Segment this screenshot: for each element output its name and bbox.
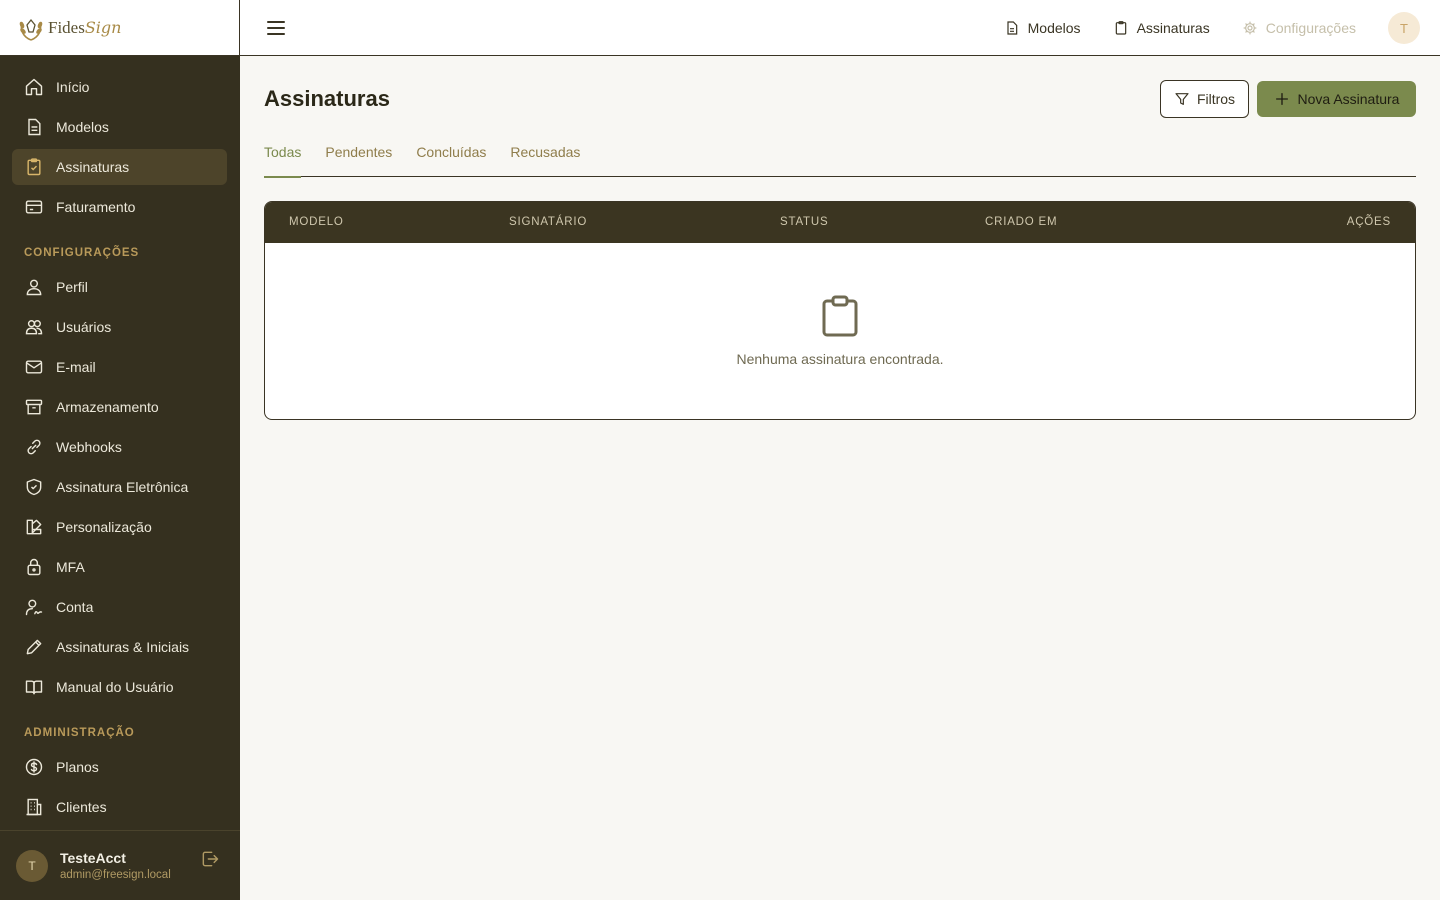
- sidebar-item-label: Personalização: [56, 519, 152, 535]
- sidebar-item-inicio[interactable]: Início: [12, 69, 227, 105]
- sidebar-item-label: Planos: [56, 759, 99, 775]
- filter-button[interactable]: Filtros: [1160, 80, 1249, 118]
- column-header-acoes: AÇÕES: [1346, 216, 1391, 228]
- tab-todas[interactable]: Todas: [264, 142, 302, 178]
- sidebar-item-label: Início: [56, 79, 90, 95]
- sidebar-user: T TesteAcct admin@freesign.local: [0, 830, 240, 900]
- document-icon: [28, 118, 41, 136]
- building-icon: [26, 798, 42, 816]
- archive-icon: [25, 399, 43, 415]
- sidebar-item-manual[interactable]: Manual do Usuário: [12, 669, 227, 705]
- sidebar-item-label: E-mail: [56, 359, 96, 375]
- book-icon: [25, 680, 43, 695]
- tab-pendentes[interactable]: Pendentes: [325, 142, 392, 177]
- column-header-status[interactable]: STATUS: [780, 216, 828, 228]
- logout-icon[interactable]: [200, 849, 220, 869]
- top-link-label: Modelos: [1027, 20, 1081, 36]
- plus-icon: [1275, 93, 1288, 105]
- clipboard-icon: [822, 295, 858, 337]
- top-link-assinaturas[interactable]: Assinaturas: [1113, 20, 1210, 36]
- pen-icon: [26, 639, 42, 655]
- filter-button-label: Filtros: [1196, 91, 1236, 107]
- tab-concluidas[interactable]: Concluídas: [416, 142, 486, 177]
- user-icon: [26, 279, 42, 296]
- sidebar-item-assinatura-eletronica[interactable]: Assinatura Eletrônica: [12, 469, 227, 505]
- clipboard-icon: [1115, 21, 1126, 35]
- sidebar-item-label: Armazenamento: [56, 399, 159, 415]
- sidebar-item-assinaturas-iniciais[interactable]: Assinaturas & Iniciais: [12, 629, 227, 665]
- mail-icon: [25, 360, 43, 374]
- user-name: TesteAcct: [60, 850, 126, 866]
- gear-icon: [1243, 21, 1257, 35]
- lock-icon: [27, 558, 41, 576]
- sidebar-item-faturamento[interactable]: Faturamento: [12, 189, 227, 225]
- sidebar-item-mfa[interactable]: MFA: [12, 549, 227, 585]
- sidebar-item-label: Modelos: [56, 119, 109, 135]
- section-configuracoes: CONFIGURAÇÕES: [24, 247, 140, 259]
- sidebar-item-label: Usuários: [56, 319, 112, 335]
- sidebar-item-webhooks[interactable]: Webhooks: [12, 429, 227, 465]
- sidebar-item-label: Conta: [56, 599, 94, 615]
- sidebar-nav: Início Modelos Assinaturas Faturamento C…: [12, 69, 227, 829]
- section-administracao: ADMINISTRAÇÃO: [24, 727, 135, 739]
- status-tabs: Todas Pendentes Concluídas Recusadas: [264, 142, 1416, 178]
- sidebar-item-clientes[interactable]: Clientes: [12, 789, 227, 825]
- sidebar: FidesSign Início Modelos Assinaturas Fat…: [0, 0, 240, 900]
- column-header-criado-em[interactable]: CRIADO EM: [985, 216, 1057, 228]
- sidebar-item-modelos[interactable]: Modelos: [12, 109, 227, 145]
- brand-name: FidesSign: [48, 17, 122, 37]
- shield-check-icon: [26, 478, 42, 496]
- sidebar-item-planos[interactable]: Planos: [12, 749, 227, 785]
- laurel-logo-icon: [19, 18, 43, 41]
- sidebar-item-assinaturas[interactable]: Assinaturas: [12, 149, 227, 185]
- top-nav: Modelos Assinaturas Configurações T: [1004, 12, 1420, 44]
- column-header-signatario[interactable]: SIGNATÁRIO: [509, 216, 587, 228]
- sidebar-item-personalizacao[interactable]: Personalização: [12, 509, 227, 545]
- clipboard-check-icon: [27, 158, 41, 176]
- sidebar-item-label: Manual do Usuário: [56, 679, 174, 695]
- signatures-table: MODELO SIGNATÁRIO STATUS CRIADO EM AÇÕES…: [264, 201, 1416, 420]
- avatar[interactable]: T: [1388, 12, 1420, 44]
- column-header-modelo[interactable]: MODELO: [289, 216, 344, 228]
- link-icon: [27, 439, 41, 455]
- page-title: Assinaturas: [264, 86, 390, 111]
- sidebar-item-label: Assinatura Eletrônica: [56, 479, 189, 495]
- sidebar-item-conta[interactable]: Conta: [12, 589, 227, 625]
- sidebar-item-perfil[interactable]: Perfil: [12, 269, 227, 305]
- hamburger-menu-icon[interactable]: [264, 16, 288, 40]
- tab-recusadas[interactable]: Recusadas: [510, 142, 580, 177]
- empty-state: Nenhuma assinatura encontrada.: [265, 295, 1415, 367]
- sidebar-item-armazenamento[interactable]: Armazenamento: [12, 389, 227, 425]
- sidebar-item-email[interactable]: E-mail: [12, 349, 227, 385]
- top-link-label: Configurações: [1265, 20, 1356, 36]
- sidebar-item-label: MFA: [56, 559, 85, 575]
- document-icon: [1007, 21, 1017, 35]
- sidebar-item-usuarios[interactable]: Usuários: [12, 309, 227, 345]
- sidebar-item-label: Perfil: [56, 279, 88, 295]
- palette-icon: [26, 519, 42, 535]
- credit-card-icon: [25, 200, 43, 214]
- new-signature-button[interactable]: Nova Assinatura: [1257, 81, 1416, 117]
- top-link-label: Assinaturas: [1136, 20, 1210, 36]
- brand-logo[interactable]: FidesSign: [0, 0, 240, 56]
- user-email: admin@freesign.local: [60, 869, 171, 881]
- filter-icon: [1175, 93, 1189, 105]
- topbar: Modelos Assinaturas Configurações T: [240, 0, 1440, 56]
- table-header: MODELO SIGNATÁRIO STATUS CRIADO EM AÇÕES: [265, 202, 1415, 243]
- sidebar-item-label: Clientes: [56, 799, 107, 815]
- home-icon: [25, 78, 43, 96]
- top-link-modelos[interactable]: Modelos: [1004, 20, 1081, 36]
- new-signature-label: Nova Assinatura: [1297, 91, 1400, 107]
- sidebar-item-label: Assinaturas & Iniciais: [56, 639, 190, 655]
- account-sign-icon: [25, 599, 43, 616]
- empty-message: Nenhuma assinatura encontrada.: [736, 351, 944, 367]
- avatar[interactable]: T: [16, 849, 48, 882]
- sidebar-item-label: Webhooks: [56, 439, 122, 455]
- top-link-configuracoes[interactable]: Configurações: [1242, 20, 1356, 36]
- users-icon: [25, 320, 43, 335]
- dollar-icon: [25, 758, 43, 776]
- sidebar-item-label: Assinaturas: [56, 159, 130, 175]
- sidebar-item-label: Faturamento: [56, 199, 136, 215]
